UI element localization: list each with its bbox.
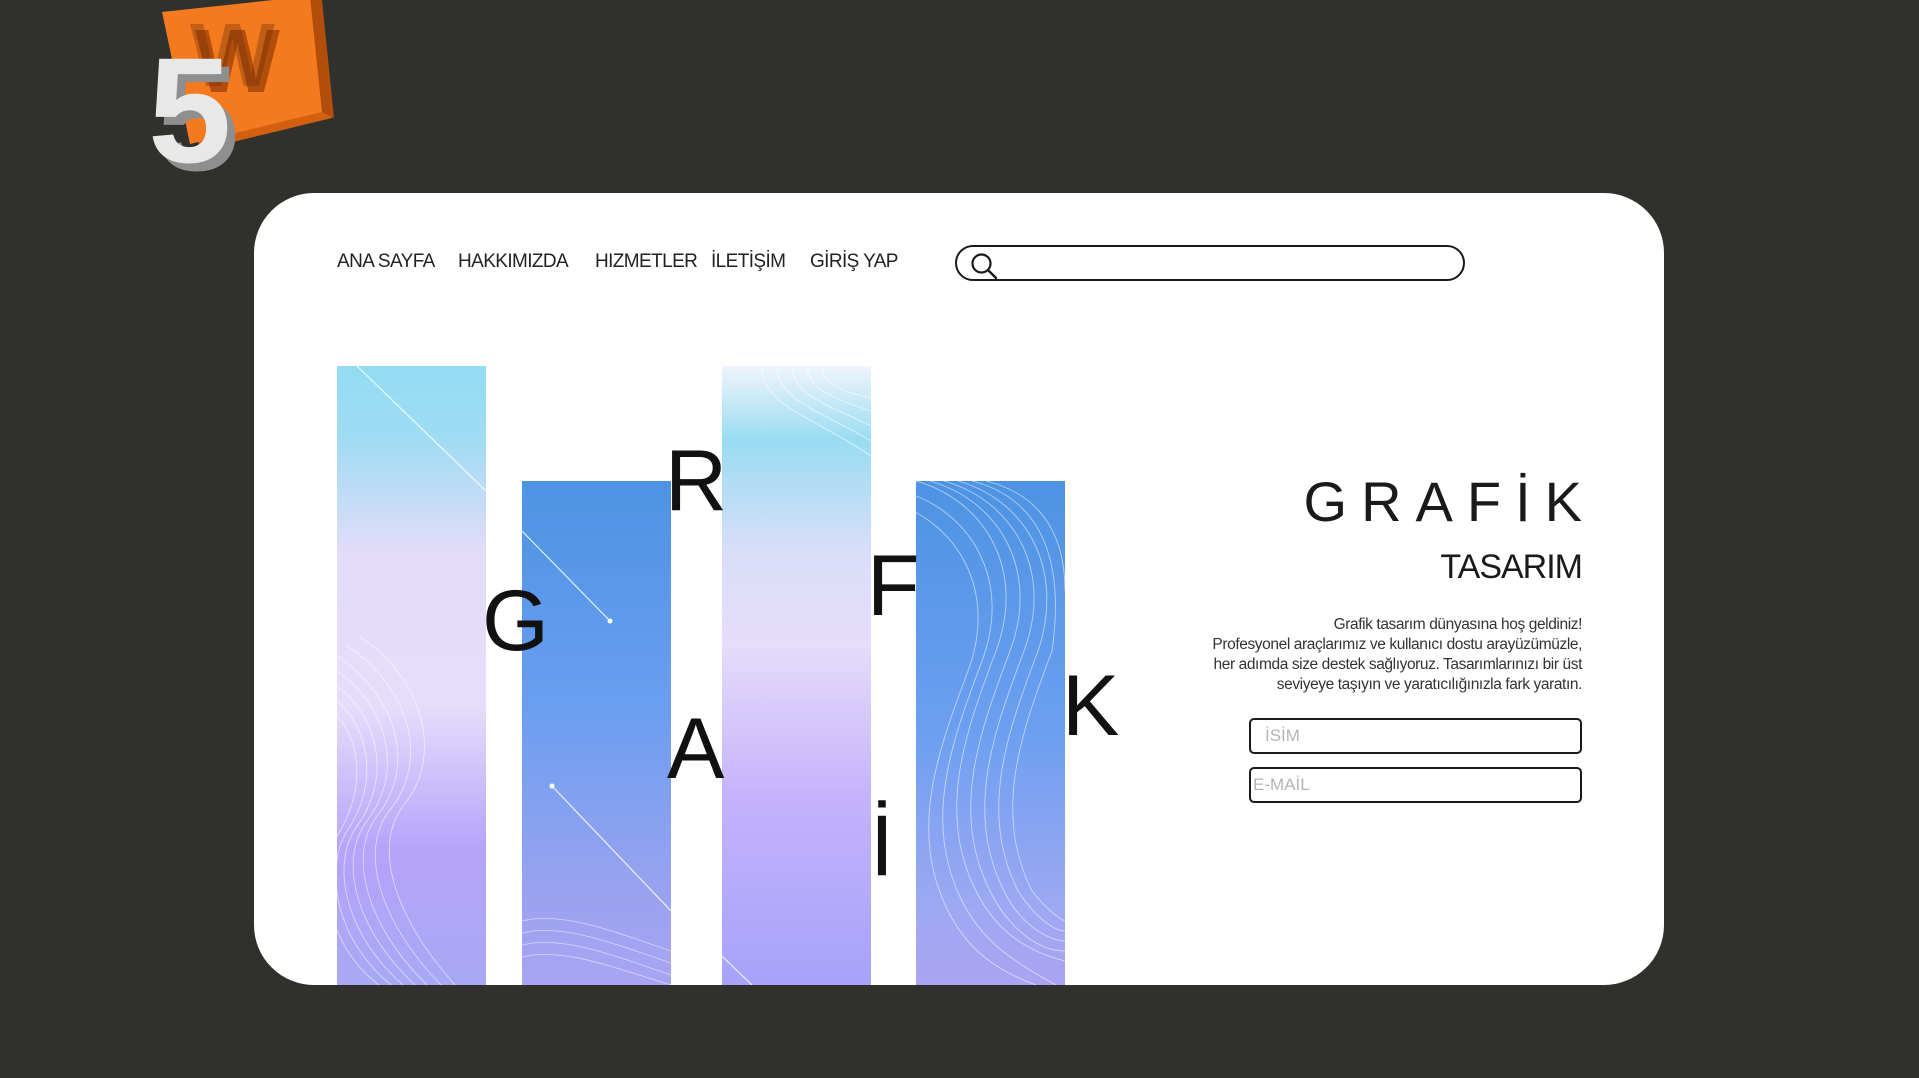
hero-description: Grafik tasarım dünyasına hoş geldiniz! P… [1162, 615, 1582, 695]
nav-item-contact[interactable]: İLETİŞİM [711, 251, 786, 273]
description-line: Profesyonel araçlarımız ve kullanıcı dos… [1212, 636, 1582, 653]
nav-item-about[interactable]: HAKKIMIZDA [458, 251, 569, 273]
description-line: Grafik tasarım dünyasına hoş geldiniz! [1333, 616, 1583, 633]
email-field[interactable] [1251, 769, 1580, 801]
description-line: seviyeye taşıyın ve yaratıcılığınızla fa… [1276, 676, 1583, 693]
search-bar[interactable] [955, 245, 1465, 281]
search-input[interactable] [1005, 251, 1449, 277]
landing-card: ANA SAYFA HAKKIMIZDA HIZMETLER İLETİŞİM … [254, 193, 1664, 985]
svg-text:5: 5 [148, 26, 231, 185]
hero-subtitle: TASARIM [1440, 548, 1583, 586]
graphic-letter-a: A [667, 701, 725, 797]
graphic-letter-i: İ [870, 798, 894, 894]
name-field-box [1249, 718, 1582, 754]
graphic-panel-1 [337, 366, 486, 985]
search-icon[interactable] [970, 252, 998, 280]
graphic-panel-3 [722, 366, 871, 985]
brand-logo: W W 5 5 [140, 0, 340, 185]
graphic-letter-r: R [665, 433, 728, 529]
email-field-box [1249, 767, 1582, 803]
graphic-panel-2 [522, 481, 671, 985]
description-line: her adımda size destek sağlıyoruz. Tasar… [1213, 656, 1583, 673]
name-field[interactable] [1251, 720, 1580, 752]
graphic-panel-4 [916, 481, 1065, 985]
nav-item-services[interactable]: HIZMETLER [595, 251, 698, 273]
hero-title: GRAFİK [1303, 470, 1596, 533]
graphic-letter-g: G [482, 573, 549, 669]
nav-item-home[interactable]: ANA SAYFA [337, 251, 435, 273]
nav-item-login[interactable]: GİRİŞ YAP [810, 251, 898, 273]
graphic-letter-f: F [867, 538, 920, 634]
graphic-letter-k: K [1062, 658, 1120, 754]
